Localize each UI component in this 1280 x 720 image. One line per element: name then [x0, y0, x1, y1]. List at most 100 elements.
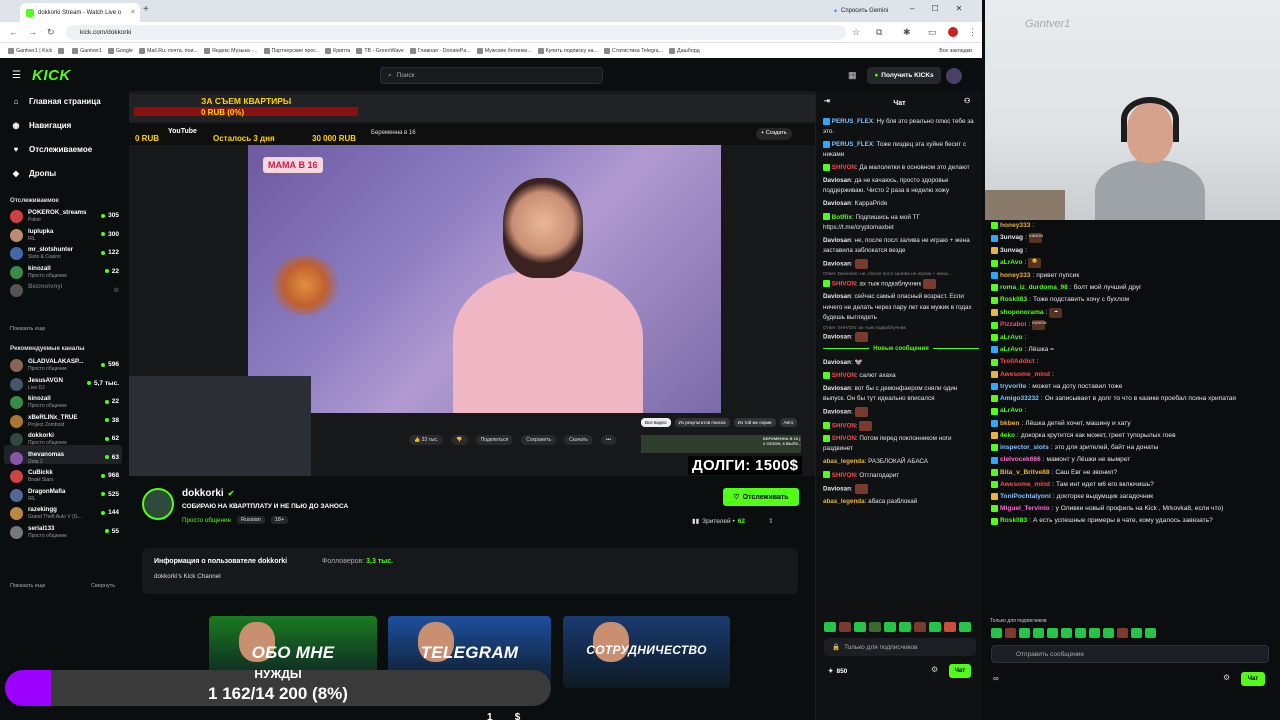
nav-item[interactable]: ♥ Отслеживаемое	[12, 145, 93, 154]
emote-icon[interactable]	[929, 622, 941, 632]
chat-username[interactable]: aLrAvo	[1000, 333, 1022, 343]
chat-username[interactable]: Miguel_Tervinio	[1000, 504, 1050, 514]
chat-username[interactable]: clelvocek666	[1000, 455, 1041, 465]
channel-points[interactable]: ✦ 850	[828, 667, 847, 676]
chat-username[interactable]: Daviosan	[823, 260, 851, 267]
sidepanel-icon[interactable]: ▭	[928, 27, 937, 38]
bookmark-star-icon[interactable]: ☆	[852, 27, 860, 38]
chat-username[interactable]: SHIVON	[832, 435, 856, 442]
chat-input-locked[interactable]: 🔒 Только для подписчиков	[824, 638, 976, 656]
chat-username[interactable]: Daviosan	[823, 293, 851, 300]
close-tab-icon[interactable]: ×	[131, 9, 135, 16]
extensions-icon[interactable]: ⧉	[876, 27, 882, 38]
extensions-puzzle-icon[interactable]: ✱	[903, 27, 911, 38]
chat-username[interactable]: Daviosan	[823, 200, 851, 207]
emote-icon[interactable]	[1005, 628, 1016, 638]
emote-icon[interactable]	[869, 622, 881, 632]
chat-username[interactable]: RoskII83	[1000, 516, 1027, 526]
chat-username[interactable]: bkben	[1000, 419, 1019, 429]
sidebar-channel[interactable]: xBeRLINx_TRUE Project Zomboid 38	[10, 413, 122, 431]
emote-icon[interactable]	[1047, 628, 1058, 638]
bookmark-item[interactable]	[58, 47, 66, 54]
send-message-input[interactable]: Отправить сообщение	[991, 645, 1269, 663]
user-avatar[interactable]	[946, 68, 962, 84]
chat-username[interactable]: Bita_v_Britve88	[1000, 468, 1049, 478]
sidebar-channel[interactable]: dokkorki Просто общение 62	[10, 431, 122, 449]
sidebar-channel[interactable]: serial133 Просто общение 55	[10, 524, 122, 542]
chat-username[interactable]: ToniPochtalyoni	[1000, 492, 1051, 502]
tag-language[interactable]: Russian	[236, 516, 265, 524]
chat-username[interactable]: Daviosan	[823, 177, 851, 184]
emote-icon[interactable]	[899, 622, 911, 632]
channel-name[interactable]: dokkorki	[182, 488, 224, 499]
chat-username[interactable]: 3unvag	[1000, 246, 1023, 256]
chat-username[interactable]: RoskII83	[1000, 295, 1027, 305]
collapse-chat-icon[interactable]: ⇥	[824, 97, 830, 105]
library-icon[interactable]: ▦	[848, 70, 857, 81]
chat-username[interactable]: Awesome_mind	[1000, 480, 1050, 490]
channel-avatar[interactable]	[142, 488, 174, 520]
secondary-settings-icon[interactable]: ⚙	[1223, 673, 1230, 682]
bookmark-item[interactable]: Главная - DonatePa...	[409, 47, 471, 54]
chat-username[interactable]: SHIVON	[832, 164, 856, 171]
bookmark-item[interactable]: Мужские ботинки...	[476, 47, 532, 54]
search-input[interactable]: ⌕ Поиск	[380, 67, 603, 84]
url-input[interactable]: kick.com/dokkorki	[66, 25, 846, 40]
share-icon[interactable]: ⇧	[768, 517, 773, 525]
chat-username[interactable]: PERUS_FLEX	[832, 141, 873, 148]
chat-username[interactable]: roma_iz_durdoma_98	[1000, 283, 1068, 293]
bookmark-item[interactable]: Gantver1	[72, 47, 102, 54]
nav-item[interactable]: ◆ Дропы	[12, 169, 56, 178]
sidebar-channel[interactable]: mr_slotshunter Slots & Casino 122	[10, 245, 122, 263]
bookmark-item[interactable]: Купить подписку на...	[537, 47, 598, 54]
secondary-chat-button[interactable]: Чат	[1241, 672, 1265, 686]
chat-username[interactable]: PERUS_FLEX	[832, 118, 873, 125]
chat-username[interactable]: honey333	[1000, 271, 1030, 281]
chat-username[interactable]: 3unvag	[1000, 233, 1023, 243]
emote-icon[interactable]	[884, 622, 896, 632]
show-more-recommended[interactable]: Показать еще	[10, 583, 46, 589]
emote-icon[interactable]	[1131, 628, 1142, 638]
chat-username[interactable]: honey333	[1000, 221, 1030, 231]
chat-username[interactable]: 4eko	[1000, 431, 1015, 441]
emote-icon[interactable]	[1061, 628, 1072, 638]
chat-username[interactable]: aLrAvo	[1000, 345, 1022, 355]
chat-username[interactable]: abas_legenda	[823, 498, 865, 505]
sidebar-channel[interactable]: kinozall Просто общение 22	[10, 264, 122, 282]
emote-icon[interactable]	[991, 628, 1002, 638]
chat-username[interactable]: shoponorama	[1000, 308, 1044, 318]
chat-settings-icon[interactable]: ⚙	[931, 665, 938, 674]
chat-username[interactable]: aLrAvo	[1000, 258, 1022, 268]
collapse-recommended[interactable]: Свернуть	[91, 583, 115, 589]
chat-username[interactable]: BotRix	[832, 214, 852, 221]
emote-icon[interactable]	[944, 622, 956, 632]
chat-username[interactable]: abas_legenda	[823, 458, 865, 465]
sidebar-channel[interactable]: kinozall Просто общение 22	[10, 394, 122, 412]
emote-icon[interactable]	[854, 622, 866, 632]
bookmark-item[interactable]: Статистика Telegra...	[603, 47, 663, 54]
chat-username[interactable]: SHIVON	[832, 422, 856, 429]
emote-icon[interactable]	[1117, 628, 1128, 638]
sidebar-channel[interactable]: DragonMafia IRL 525	[10, 487, 122, 505]
chat-username[interactable]: SHIVON	[832, 472, 856, 479]
sidebar-channel[interactable]: POKEROK_streams Poker 305	[10, 208, 122, 226]
video-player[interactable]: ЗА СЪЕМ КВАРТИРЫ 0 RUB (0%) 0 RUB YouTub…	[129, 91, 815, 476]
tag-mature[interactable]: 18+	[270, 516, 289, 524]
bookmark-item[interactable]: Gantver1 | Kick	[8, 47, 52, 54]
nav-item[interactable]: ⌂ Главная страница	[12, 97, 101, 106]
chat-users-icon[interactable]: ⚇	[964, 97, 970, 105]
gemini-button[interactable]: ✦ Спросить Gemini	[833, 5, 888, 17]
info-panel[interactable]: СОТРУДНИЧЕСТВО	[563, 616, 730, 688]
chat-username[interactable]: Daviosan	[823, 359, 851, 366]
reload-icon[interactable]: ↻	[47, 27, 55, 38]
profile-avatar[interactable]	[948, 27, 958, 37]
emote-icon[interactable]	[1103, 628, 1114, 638]
bookmark-item[interactable]: Google	[107, 47, 133, 54]
chat-username[interactable]: Daviosan	[823, 409, 851, 416]
emote-icon[interactable]	[824, 622, 836, 632]
chat-username[interactable]: TrollAddict	[1000, 357, 1034, 367]
forward-icon[interactable]: →	[28, 27, 37, 37]
emote-icon[interactable]	[839, 622, 851, 632]
chat-username[interactable]: inspector_slots	[1000, 443, 1049, 453]
bookmark-item[interactable]: Mail.Ru: почта, пои...	[139, 47, 198, 54]
